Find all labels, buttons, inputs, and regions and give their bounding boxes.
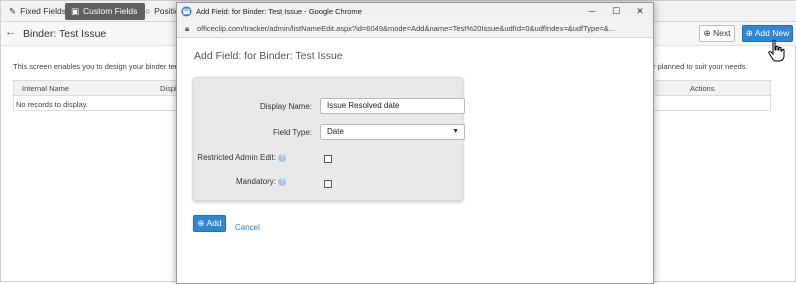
dialog-title: Add Field: for Binder: Test Issue [194, 50, 343, 62]
display-name-input[interactable]: Issue Resolved date [320, 98, 465, 114]
popup-window-title: Add Field: for Binder: Test Issue - Goog… [196, 7, 362, 16]
restricted-admin-edit-label: Restricted Admin Edit:? [197, 153, 286, 162]
popup-title-bar: Add Field: for Binder: Test Issue - Goog… [177, 3, 653, 20]
url-text: officeclip.com/tracker/admin/listNameEdi… [197, 24, 616, 33]
tab-custom-fields[interactable]: ▣ Custom Fields [65, 3, 146, 20]
add-field-form: Display Name: Issue Resolved date Field … [193, 77, 465, 201]
help-icon[interactable]: ? [278, 154, 286, 162]
field-type-value: Date [327, 127, 344, 136]
add-new-label: Add New [754, 28, 790, 38]
next-icon: ⊕ [703, 28, 711, 38]
hand-cursor-icon [768, 39, 785, 62]
plus-circle-icon: ⊕ [745, 28, 753, 38]
screen-description-tail: r planned to suit your needs. [653, 62, 748, 71]
back-arrow-icon[interactable]: ← [5, 26, 16, 38]
mandatory-checkbox[interactable] [324, 180, 332, 188]
lock-icon: 🔒︎ [185, 24, 190, 33]
column-internal-name[interactable]: Internal Name [22, 84, 69, 93]
maximize-icon[interactable]: ☐ [605, 4, 627, 18]
add-label: Add [206, 218, 222, 228]
column-actions: Actions [690, 84, 715, 93]
chrome-popup-window: Add Field: for Binder: Test Issue - Goog… [176, 2, 654, 284]
tab-label: Fixed Fields [20, 6, 66, 16]
save-icon: ▣ [71, 6, 80, 16]
mandatory-label: Mandatory:? [236, 177, 286, 186]
restricted-label-text: Restricted Admin Edit: [197, 153, 276, 162]
url-bar[interactable]: 🔒︎ officeclip.com/tracker/admin/listName… [177, 20, 653, 38]
mandatory-label-text: Mandatory: [235, 177, 276, 186]
tab-positions[interactable]: ○ Positio [141, 3, 180, 20]
empty-grid-message: No records to display. [16, 100, 88, 109]
tab-fixed-fields[interactable]: ✎ Fixed Fields [5, 3, 66, 20]
close-icon[interactable]: ✕ [629, 4, 651, 18]
tab-label: Custom Fields [83, 6, 138, 16]
next-button[interactable]: ⊕ Next [699, 25, 735, 42]
restricted-admin-edit-checkbox[interactable] [324, 155, 332, 163]
field-type-select[interactable]: Date ▼ [320, 124, 465, 140]
display-name-label: Display Name: [259, 102, 312, 111]
pencil-icon: ✎ [9, 6, 17, 16]
screen-description: This screen enables you to design your b… [13, 62, 186, 71]
minimize-icon[interactable]: ─ [581, 4, 603, 18]
help-icon[interactable]: ? [278, 178, 286, 186]
popup-body: Add Field: for Binder: Test Issue Displa… [177, 38, 653, 283]
cancel-link[interactable]: Cancel [235, 223, 260, 232]
plus-circle-icon: ⊕ [197, 218, 205, 228]
chrome-logo-icon [181, 6, 192, 17]
dropdown-caret-icon: ▼ [452, 128, 459, 135]
field-type-label: Field Type: [273, 128, 312, 137]
add-button[interactable]: ⊕ Add [193, 215, 226, 232]
next-label: Next [713, 28, 731, 38]
page-title: Binder: Test Issue [23, 28, 107, 40]
circle-icon: ○ [145, 6, 151, 16]
